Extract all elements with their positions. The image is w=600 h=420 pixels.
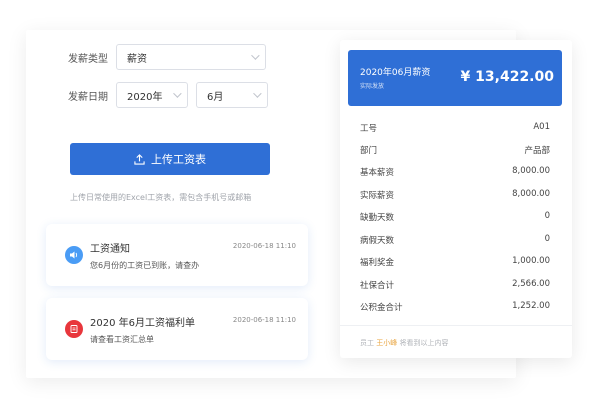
salary-row-value: 0 [544, 211, 550, 221]
pay-type-label: 发薪类型 [68, 53, 108, 65]
salary-row: 缺勤天数 0 [360, 211, 550, 223]
footer-note: 员工 王小峰 将看到以上内容 [360, 338, 448, 348]
month-value: 6月 [207, 91, 224, 103]
salary-row: 福利奖金 1,000.00 [360, 256, 550, 268]
month-select[interactable]: 6月 [196, 82, 268, 108]
salary-row: 工号 A01 [360, 122, 550, 134]
notification-title: 2020 年6月工资福利单 [90, 318, 195, 329]
salary-row: 部门 产品部 [360, 144, 550, 156]
year-select[interactable]: 2020年 [116, 82, 188, 108]
salary-row-label: 福利奖金 [360, 258, 395, 268]
salary-row-label: 部门 [360, 146, 378, 156]
upload-hint: 上传日常使用的Excel工资表，需包含手机号或邮箱 [70, 193, 252, 202]
salary-row-value: 8,000.00 [512, 166, 550, 176]
pay-type-select[interactable]: 薪资 [116, 44, 266, 70]
salary-row-value: 8,000.00 [512, 189, 550, 199]
notification-card[interactable]: 2020 年6月工资福利单 2020-06-18 11:10 请查看工资汇总单 [46, 298, 308, 360]
chevron-down-icon [173, 89, 182, 98]
upload-payroll-button[interactable]: 上传工资表 [70, 143, 270, 175]
salary-row-label: 基本薪资 [360, 168, 395, 178]
salary-subtitle: 实际发放 [360, 83, 385, 90]
notification-time: 2020-06-18 11:10 [232, 316, 296, 324]
salary-row-value: A01 [533, 122, 550, 132]
notification-desc: 请查看工资汇总单 [90, 335, 154, 344]
footer-divider [340, 325, 572, 326]
salary-row-label: 缺勤天数 [360, 213, 395, 223]
salary-row: 病假天数 0 [360, 234, 550, 246]
salary-row-label: 实际薪资 [360, 191, 395, 201]
salary-row-label: 公积金合计 [360, 303, 403, 313]
document-icon [65, 320, 83, 338]
notification-time: 2020-06-18 11:10 [232, 242, 296, 250]
pay-date-label: 发薪日期 [68, 91, 108, 103]
salary-period-title: 2020年06月薪资 [360, 68, 431, 78]
salary-row-label: 社保合计 [360, 281, 395, 291]
salary-detail-panel: 2020年06月薪资 实际发放 ¥ 13,422.00 工号 A01 部门 产品… [340, 40, 572, 358]
upload-icon [134, 153, 145, 165]
salary-row: 公积金合计 1,252.00 [360, 301, 550, 313]
upload-button-label: 上传工资表 [151, 153, 206, 166]
salary-row-value: 0 [544, 234, 550, 244]
salary-summary-header: 2020年06月薪资 实际发放 ¥ 13,422.00 [348, 50, 562, 106]
notification-card[interactable]: 工资通知 2020-06-18 11:10 您6月份的工资已到账，请查办 [46, 224, 308, 286]
employee-name: 王小峰 [376, 339, 398, 347]
footer-suffix: 将看到以上内容 [399, 339, 449, 347]
salary-row-value: 1,000.00 [512, 256, 550, 266]
speaker-icon [65, 246, 83, 264]
salary-row-value: 2,566.00 [512, 279, 550, 289]
footer-prefix: 员工 [360, 339, 374, 347]
salary-row-value: 1,252.00 [512, 301, 550, 311]
salary-row: 基本薪资 8,000.00 [360, 166, 550, 178]
pay-type-value: 薪资 [127, 53, 147, 65]
salary-row: 社保合计 2,566.00 [360, 279, 550, 291]
pay-type-row: 发薪类型 薪资 [68, 44, 274, 70]
notification-desc: 您6月份的工资已到账，请查办 [90, 261, 200, 270]
salary-row: 实际薪资 8,000.00 [360, 189, 550, 201]
pay-date-row: 发薪日期 2020年 6月 [68, 82, 276, 108]
salary-row-label: 工号 [360, 124, 378, 134]
year-value: 2020年 [127, 91, 163, 103]
salary-amount: ¥ 13,422.00 [460, 69, 554, 85]
chevron-down-icon [253, 89, 262, 98]
salary-row-value: 产品部 [524, 146, 550, 156]
chevron-down-icon [251, 51, 260, 60]
salary-row-label: 病假天数 [360, 236, 395, 246]
notification-title: 工资通知 [90, 244, 130, 255]
